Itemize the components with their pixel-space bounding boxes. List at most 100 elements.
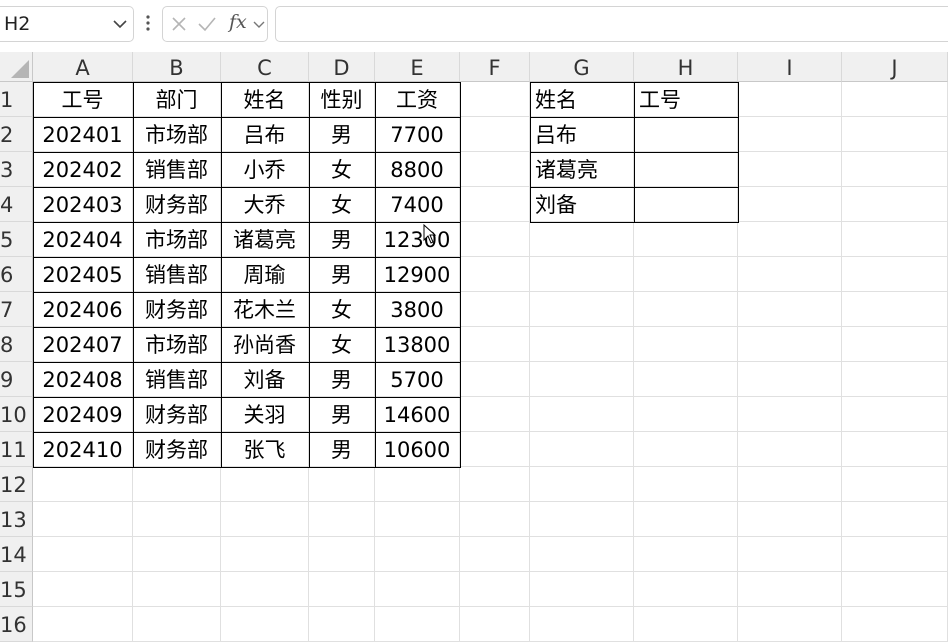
cell[interactable]	[221, 572, 309, 607]
cell[interactable]	[133, 572, 221, 607]
name-box-value[interactable]: H2	[4, 13, 30, 35]
table-cell[interactable]: 男	[309, 257, 375, 292]
lookup-cell[interactable]: 诸葛亮	[530, 152, 634, 187]
cell[interactable]	[375, 572, 460, 607]
cell[interactable]	[530, 537, 634, 572]
cell[interactable]	[530, 432, 634, 467]
cell[interactable]	[842, 187, 948, 222]
cell[interactable]	[460, 257, 530, 292]
row-header-1[interactable]: 1	[0, 82, 33, 117]
cell[interactable]	[530, 572, 634, 607]
cell[interactable]	[33, 467, 133, 502]
cell[interactable]	[634, 292, 738, 327]
table-cell[interactable]: 张飞	[221, 432, 309, 467]
cell[interactable]	[530, 292, 634, 327]
table-cell[interactable]: 销售部	[133, 257, 221, 292]
row-header-13[interactable]: 13	[0, 502, 33, 537]
table-cell[interactable]: 诸葛亮	[221, 222, 309, 257]
cell[interactable]	[842, 117, 948, 152]
cell[interactable]	[738, 397, 842, 432]
row-header-4[interactable]: 4	[0, 187, 33, 222]
cell[interactable]	[309, 502, 375, 537]
cell[interactable]	[842, 572, 948, 607]
cell[interactable]	[460, 467, 530, 502]
table-cell[interactable]: 财务部	[133, 432, 221, 467]
table-cell[interactable]: 女	[309, 327, 375, 362]
row-header-7[interactable]: 7	[0, 292, 33, 327]
name-box[interactable]: H2	[0, 6, 134, 42]
cell[interactable]	[309, 467, 375, 502]
cell[interactable]	[309, 572, 375, 607]
table-cell[interactable]: 关羽	[221, 397, 309, 432]
spreadsheet-grid[interactable]: ABCDEFGHIJ 1 2 3 4 5 6 7 8 9 10 11 12 13 14 15 16 工号 部门姓…	[0, 52, 948, 642]
cell[interactable]	[634, 537, 738, 572]
column-header-i[interactable]: I	[738, 52, 842, 82]
cell[interactable]	[738, 187, 842, 222]
cell[interactable]	[221, 537, 309, 572]
table-cell[interactable]: 202401	[33, 117, 133, 152]
table-cell[interactable]: 市场部	[133, 117, 221, 152]
table-cell[interactable]: 女	[309, 152, 375, 187]
cell[interactable]	[842, 432, 948, 467]
table-cell[interactable]: 男	[309, 222, 375, 257]
cell[interactable]	[842, 362, 948, 397]
cell[interactable]	[738, 572, 842, 607]
row-header-11[interactable]: 11	[0, 432, 33, 467]
column-header-j[interactable]: J	[842, 52, 948, 82]
cell[interactable]	[738, 82, 842, 117]
chevron-down-icon[interactable]	[253, 20, 265, 29]
cell[interactable]	[842, 82, 948, 117]
checkmark-icon[interactable]	[197, 16, 217, 32]
cell[interactable]	[634, 432, 738, 467]
cell[interactable]	[460, 362, 530, 397]
cell[interactable]	[460, 292, 530, 327]
table-cell[interactable]: 销售部	[133, 152, 221, 187]
lookup-cell[interactable]: 吕布	[530, 117, 634, 152]
cell[interactable]	[842, 537, 948, 572]
table-cell[interactable]: 小乔	[221, 152, 309, 187]
cell[interactable]	[634, 502, 738, 537]
cell[interactable]	[842, 257, 948, 292]
table-cell[interactable]: 202410	[33, 432, 133, 467]
cell[interactable]	[375, 502, 460, 537]
row-header-10[interactable]: 10	[0, 397, 33, 432]
cell[interactable]	[375, 537, 460, 572]
table-cell[interactable]: 14600	[375, 397, 460, 432]
table-cell[interactable]: 3800	[375, 292, 460, 327]
cell[interactable]	[460, 432, 530, 467]
table-cell[interactable]: 女	[309, 292, 375, 327]
row-header-6[interactable]: 6	[0, 257, 33, 292]
table-cell[interactable]: 男	[309, 397, 375, 432]
row-header-2[interactable]: 2	[0, 117, 33, 152]
cell[interactable]	[634, 397, 738, 432]
column-header-g[interactable]: G	[530, 52, 634, 82]
cell[interactable]	[530, 467, 634, 502]
table-cell[interactable]: 花木兰	[221, 292, 309, 327]
column-header-a[interactable]: A	[33, 52, 133, 82]
cell[interactable]	[842, 607, 948, 642]
cell[interactable]	[530, 222, 634, 257]
cell[interactable]	[309, 537, 375, 572]
cell[interactable]	[842, 222, 948, 257]
cell[interactable]	[375, 607, 460, 642]
table-cell[interactable]: 男	[309, 362, 375, 397]
cell[interactable]	[738, 432, 842, 467]
table-cell[interactable]: 财务部	[133, 292, 221, 327]
cell[interactable]	[460, 397, 530, 432]
table-cell[interactable]: 财务部	[133, 187, 221, 222]
cell[interactable]	[738, 607, 842, 642]
table-cell[interactable]: 202403	[33, 187, 133, 222]
table-header-cell[interactable]: 工资	[375, 82, 460, 117]
cell[interactable]	[738, 502, 842, 537]
cell[interactable]	[33, 572, 133, 607]
cell[interactable]	[221, 607, 309, 642]
lookup-header-cell[interactable]: 姓名	[530, 82, 634, 117]
table-header-cell[interactable]: 性别	[309, 82, 375, 117]
cell[interactable]	[133, 607, 221, 642]
table-header-cell[interactable]: 工号	[33, 82, 133, 117]
cell[interactable]	[842, 292, 948, 327]
table-cell[interactable]: 10600	[375, 432, 460, 467]
table-cell[interactable]: 男	[309, 432, 375, 467]
cell[interactable]	[738, 117, 842, 152]
cell[interactable]	[530, 362, 634, 397]
